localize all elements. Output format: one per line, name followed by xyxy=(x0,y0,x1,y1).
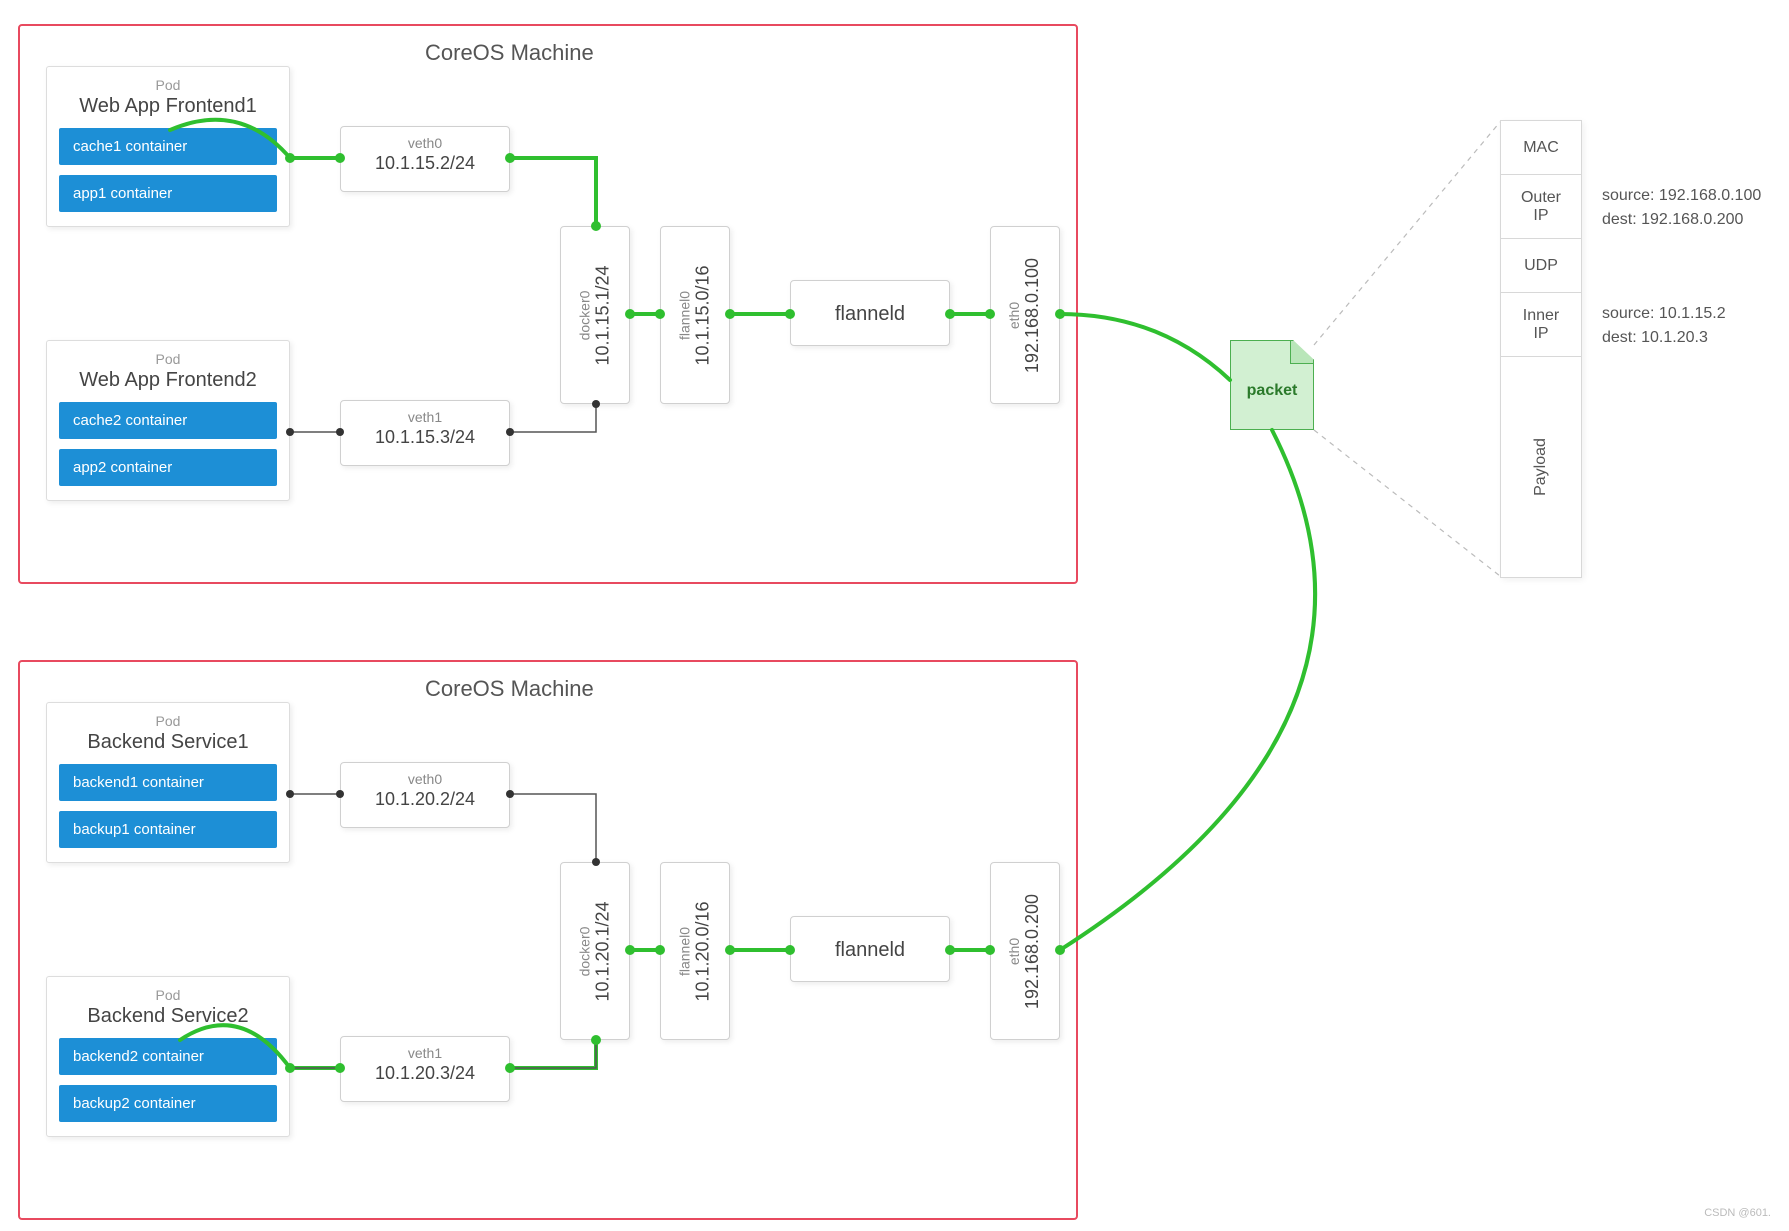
veth-ip: 10.1.20.2/24 xyxy=(341,789,509,810)
veth-label: veth0 xyxy=(341,771,509,787)
docker0-box-m1: docker0 10.1.15.1/24 xyxy=(560,226,630,404)
container-chip: cache2 container xyxy=(59,402,277,439)
outer-ip-dest: dest: 192.168.0.200 xyxy=(1602,208,1761,232)
outer-ip-source: source: 192.168.0.100 xyxy=(1602,184,1761,208)
pod-frontend2: Pod Web App Frontend2 cache2 container a… xyxy=(46,340,290,501)
watermark: CSDN @601. xyxy=(1704,1207,1771,1219)
packet-label: packet xyxy=(1247,382,1298,399)
flannel0-box-m1: flannel0 10.1.15.0/16 xyxy=(660,226,730,404)
container-chip: backup1 container xyxy=(59,811,277,848)
container-chip: cache1 container xyxy=(59,128,277,165)
pkt-outer-ip: Outer IP xyxy=(1501,175,1581,239)
eth0-label: eth0 xyxy=(1007,257,1023,372)
flannel0-box-m2: flannel0 10.1.20.0/16 xyxy=(660,862,730,1040)
docker0-label: docker0 xyxy=(577,265,593,365)
container-chip: app2 container xyxy=(59,449,277,486)
outer-ip-detail: source: 192.168.0.100 dest: 192.168.0.20… xyxy=(1602,184,1761,232)
pod-title: Backend Service2 xyxy=(59,1005,277,1028)
flannel0-ip: 10.1.20.0/16 xyxy=(693,901,714,1001)
docker0-ip: 10.1.15.1/24 xyxy=(593,265,614,365)
flannel0-ip: 10.1.15.0/16 xyxy=(693,265,714,365)
docker0-box-m2: docker0 10.1.20.1/24 xyxy=(560,862,630,1040)
pkt-udp: UDP xyxy=(1501,239,1581,293)
eth0-ip: 192.168.0.200 xyxy=(1023,893,1044,1008)
eth0-label: eth0 xyxy=(1007,893,1023,1008)
pkt-payload: Payload xyxy=(1501,357,1581,577)
container-chip: backup2 container xyxy=(59,1085,277,1122)
docker0-label: docker0 xyxy=(577,901,593,1001)
veth-ip: 10.1.20.3/24 xyxy=(341,1063,509,1084)
veth1-box-m2: veth1 10.1.20.3/24 xyxy=(340,1036,510,1102)
pod-label: Pod xyxy=(59,351,277,367)
veth0-box-m1: veth0 10.1.15.2/24 xyxy=(340,126,510,192)
veth-ip: 10.1.15.2/24 xyxy=(341,153,509,174)
veth0-box-m2: veth0 10.1.20.2/24 xyxy=(340,762,510,828)
pod-label: Pod xyxy=(59,713,277,729)
pkt-inner-ip: Inner IP xyxy=(1501,293,1581,357)
docker0-ip: 10.1.20.1/24 xyxy=(593,901,614,1001)
pod-frontend1: Pod Web App Frontend1 cache1 container a… xyxy=(46,66,290,227)
pod-label: Pod xyxy=(59,77,277,93)
machine-1-title: CoreOS Machine xyxy=(425,40,594,66)
flanneld-box-m2: flanneld xyxy=(790,916,950,982)
flannel0-label: flannel0 xyxy=(677,265,693,365)
container-chip: app1 container xyxy=(59,175,277,212)
pod-backend2: Pod Backend Service2 backend2 container … xyxy=(46,976,290,1137)
pod-label: Pod xyxy=(59,987,277,1003)
container-chip: backend2 container xyxy=(59,1038,277,1075)
pod-backend1: Pod Backend Service1 backend1 container … xyxy=(46,702,290,863)
eth0-ip: 192.168.0.100 xyxy=(1023,257,1044,372)
flannel0-label: flannel0 xyxy=(677,901,693,1001)
packet-icon: packet xyxy=(1230,340,1314,430)
veth-label: veth1 xyxy=(341,409,509,425)
veth-label: veth1 xyxy=(341,1045,509,1061)
container-chip: backend1 container xyxy=(59,764,277,801)
packet-stack: MAC Outer IP UDP Inner IP Payload xyxy=(1500,120,1582,578)
inner-ip-source: source: 10.1.15.2 xyxy=(1602,302,1726,326)
pod-title: Web App Frontend1 xyxy=(59,95,277,118)
eth0-box-m2: eth0 192.168.0.200 xyxy=(990,862,1060,1040)
pod-title: Web App Frontend2 xyxy=(59,369,277,392)
inner-ip-detail: source: 10.1.15.2 dest: 10.1.20.3 xyxy=(1602,302,1726,350)
pkt-mac: MAC xyxy=(1501,121,1581,175)
veth-label: veth0 xyxy=(341,135,509,151)
inner-ip-dest: dest: 10.1.20.3 xyxy=(1602,326,1726,350)
veth1-box-m1: veth1 10.1.15.3/24 xyxy=(340,400,510,466)
flanneld-box-m1: flanneld xyxy=(790,280,950,346)
machine-2-title: CoreOS Machine xyxy=(425,676,594,702)
pod-title: Backend Service1 xyxy=(59,731,277,754)
veth-ip: 10.1.15.3/24 xyxy=(341,427,509,448)
eth0-box-m1: eth0 192.168.0.100 xyxy=(990,226,1060,404)
